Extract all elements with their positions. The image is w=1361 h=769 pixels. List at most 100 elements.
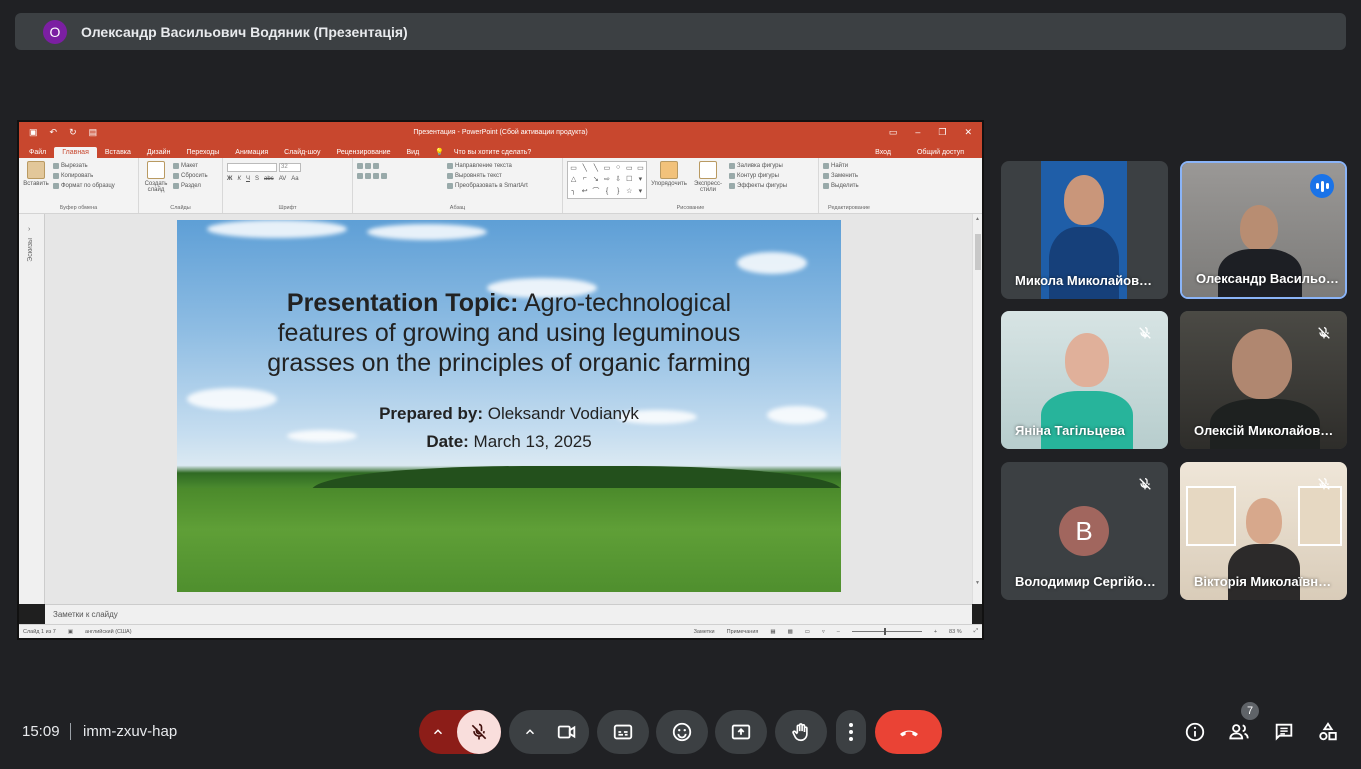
participant-tile[interactable]: В Володимир Сергійо…	[1001, 462, 1168, 600]
camera-toggle-button[interactable]	[545, 710, 589, 754]
spacing-button: AV	[278, 176, 287, 182]
view-slideshow-icon: ▿	[822, 628, 825, 635]
justify-icon	[381, 173, 387, 179]
meeting-code: imm-zxuv-hap	[83, 723, 178, 740]
restore-icon: ❐	[938, 126, 947, 137]
align-center-icon	[365, 173, 371, 179]
status-zoom: 83 %	[949, 628, 962, 635]
shapes-gallery: ▭ ╲ ╲ ▭ ○ ▭ ▭ △ ⌐ ↘ ⇨ ⇩ ☐ ▾ ╮ ↩ ⌒{} ☆ ▾	[567, 161, 647, 199]
participant-tile[interactable]: Олексій Миколайов…	[1180, 311, 1347, 449]
call-end-icon	[899, 730, 918, 737]
text-direction-icon	[447, 163, 453, 169]
thumbnails-pane: › Эскизы	[19, 214, 45, 604]
tab-review: Рецензирование	[336, 149, 391, 156]
cut-icon	[53, 163, 59, 169]
tab-transitions: Переходы	[186, 149, 220, 156]
emoji-icon	[672, 722, 692, 742]
slide-topic: Presentation Topic: Agro-technological f…	[267, 289, 751, 377]
mic-off-icon	[1139, 478, 1151, 490]
participants-count-badge: 7	[1241, 702, 1259, 720]
arrange-button: Упорядочить	[651, 161, 687, 203]
mic-off-icon	[471, 723, 487, 740]
zoom-in-icon: +	[933, 628, 938, 635]
status-language: английский (США)	[85, 628, 132, 635]
reset-icon	[173, 173, 179, 179]
people-icon	[1229, 724, 1249, 740]
videocam-icon	[557, 725, 576, 739]
layout-icon	[173, 163, 179, 169]
participant-tile[interactable]: Вікторія Миколаївн…	[1180, 462, 1347, 600]
status-notes: Заметки	[693, 628, 715, 635]
view-sorter-icon: ▩	[787, 628, 793, 635]
zoom-out-icon: –	[836, 628, 840, 635]
bullets-icon	[357, 163, 363, 169]
people-button[interactable]	[1228, 721, 1250, 743]
tab-file: Файл	[29, 149, 47, 156]
paste-button: Вставить	[23, 161, 49, 203]
ribbon-group-clipboard: Вставить Вырезать Копировать Формат по о…	[19, 158, 139, 213]
chat-icon	[1275, 723, 1293, 741]
mic-toggle-button[interactable]	[457, 710, 501, 754]
fit-slide-icon: ⤢	[973, 628, 978, 634]
chevron-up-icon[interactable]	[431, 725, 445, 739]
divider	[70, 723, 71, 740]
find-icon	[823, 163, 829, 169]
participant-name: Яніна Тагільцева	[1015, 423, 1125, 438]
captions-icon	[613, 724, 633, 740]
presenter-title: Олександр Васильович Водяник (Презентаці…	[81, 23, 408, 40]
captions-button[interactable]	[597, 710, 649, 754]
slide-scrollbar: ▲ ▼	[972, 214, 982, 604]
ppt-window-title: Презентация - PowerPoint (Сбой активации…	[413, 128, 588, 136]
participant-tile[interactable]: Олександр Васильо…	[1180, 161, 1347, 299]
thumbnails-label: Эскизы	[27, 238, 34, 262]
participant-name: Микола Миколайов…	[1015, 273, 1153, 288]
raise-hand-button[interactable]	[775, 710, 827, 754]
close-icon: ✕	[964, 126, 972, 137]
reactions-button[interactable]	[656, 710, 708, 754]
italic-button: К	[237, 176, 241, 182]
ribbon-group-editing: Найти Заменить Выделить Редактирование	[819, 158, 879, 213]
shared-screen: ▣ ↶ ↻ ▤ Презентация - PowerPoint (Сбой а…	[17, 120, 984, 640]
shape-outline-icon	[729, 173, 735, 179]
slide-notes: Заметки к слайду	[45, 604, 972, 624]
format-painter-icon	[53, 183, 59, 189]
speaking-indicator-icon	[1310, 174, 1334, 198]
activities-button[interactable]	[1317, 721, 1339, 743]
participant-tile[interactable]: Микола Миколайов…	[1001, 161, 1168, 299]
select-icon	[823, 183, 829, 189]
quick-styles-button: Экспресс-стили	[691, 161, 725, 203]
status-slide-count: Слайд 1 из 7	[23, 628, 56, 635]
ribbon-options-icon: ▭	[888, 126, 898, 137]
section-icon	[173, 183, 179, 189]
ppt-statusbar: Слайд 1 из 7 ▣ английский (США) Заметки …	[19, 624, 982, 638]
align-text-icon	[447, 173, 453, 179]
shape-effects-icon	[729, 183, 735, 189]
quick-styles-icon	[699, 161, 717, 179]
ppt-ribbon: Вставить Вырезать Копировать Формат по о…	[19, 158, 982, 214]
bold-button: Ж	[227, 176, 233, 182]
minimize-icon: –	[915, 126, 921, 137]
ppt-titlebar: ▣ ↶ ↻ ▤ Презентация - PowerPoint (Сбой а…	[19, 122, 982, 142]
spellcheck-icon: ▣	[67, 628, 74, 635]
participant-tile[interactable]: Яніна Тагільцева	[1001, 311, 1168, 449]
chevron-up-icon[interactable]	[523, 725, 537, 739]
info-icon	[1185, 722, 1205, 742]
tab-insert: Вставка	[104, 149, 131, 156]
slide-date: Date: March 13, 2025	[426, 432, 592, 451]
participant-name: Олександр Васильо…	[1196, 271, 1339, 286]
font-name-box	[227, 163, 277, 172]
tab-design: Дизайн	[146, 149, 171, 156]
leave-call-button[interactable]	[875, 710, 942, 754]
sign-in-link: Вход	[875, 149, 891, 156]
present-button[interactable]	[715, 710, 767, 754]
zoom-slider	[851, 628, 922, 635]
meeting-info-button[interactable]	[1184, 721, 1206, 743]
video-controls	[509, 710, 589, 754]
more-options-button[interactable]	[836, 710, 866, 754]
underline-button: Ч	[245, 176, 250, 182]
activities-icon	[1319, 722, 1337, 741]
numbering-icon	[365, 163, 371, 169]
chat-button[interactable]	[1273, 721, 1295, 743]
participant-name: Вікторія Миколаївн…	[1194, 574, 1332, 589]
presenter-avatar: О	[43, 19, 67, 44]
